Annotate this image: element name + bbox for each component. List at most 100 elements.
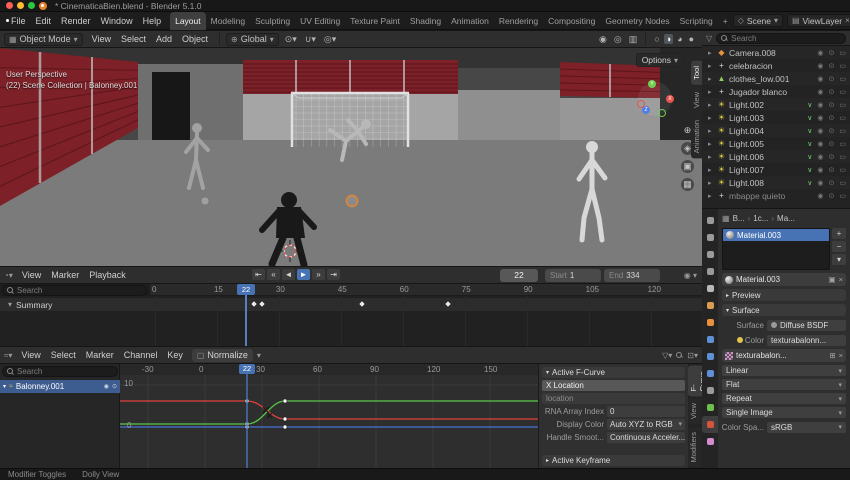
workspace-tab-scripting[interactable]: Scripting [675,12,718,30]
properties-tab-output[interactable] [702,246,718,263]
menu-render[interactable]: Render [56,16,96,26]
render-toggle-icon[interactable]: ▭ [838,153,847,161]
source-dropdown[interactable]: Single Image ▾ [722,407,846,418]
active-fcurve-panel-header[interactable]: ▾ Active F-Curve [542,367,685,378]
workspace-tab-animation[interactable]: Animation [446,12,494,30]
menu-window[interactable]: Window [96,16,138,26]
frame-end-field[interactable]: End 334 [604,269,660,282]
selectable-toggle-icon[interactable]: ⊙ [828,140,836,148]
selectable-toggle-icon[interactable]: ⊙ [828,62,836,70]
eye-toggle-icon[interactable]: ◉ [816,179,824,187]
eye-toggle-icon[interactable]: ◉ [816,153,824,161]
current-frame-field[interactable]: 22 [500,269,538,282]
eye-toggle-icon[interactable]: ◉ [816,62,824,70]
properties-tab-data[interactable] [702,399,718,416]
keyframe-points[interactable] [244,398,288,430]
fake-user-shield-icon[interactable]: ▣ [829,275,836,284]
timeline-search-input[interactable]: Search [2,285,147,296]
breadcrumb-item[interactable]: 1c... [753,214,768,223]
timeline-editor-icon[interactable]: ◔▾ [4,271,13,280]
show-gizmos-icon[interactable]: ◉ [597,34,609,45]
camera-view-icon[interactable]: ▣ [681,160,694,173]
outliner-item[interactable]: ▸ ☀ Light.006 ∨ ◉ ⊙ ▭ [702,150,850,163]
outliner-item[interactable]: ▸ + Jugador blanco ◉ ⊙ ▭ [702,85,850,98]
colorspace-dropdown[interactable]: sRGB ▾ [767,421,846,433]
graph-display-options-icon[interactable]: ⊡▾ [687,351,698,360]
properties-tab-particles[interactable] [702,348,718,365]
mode-selector[interactable]: ▦ Object Mode ▾ [4,32,83,46]
viewport-sidebar-tab-view[interactable]: View [691,86,702,113]
options-button[interactable]: Options ▾ [635,53,684,67]
properties-tab-material[interactable] [702,416,718,433]
outliner-search-input[interactable]: Search [716,32,846,44]
selectable-toggle-icon[interactable]: ⊙ [828,101,836,109]
menu-help[interactable]: Help [138,16,167,26]
filter-funnel-icon[interactable]: ▽ [706,34,712,43]
render-toggle-icon[interactable]: ▭ [838,88,847,96]
fcurve-y-location[interactable] [120,400,538,425]
image-datablock[interactable]: texturabalon... ⊞ × [722,349,846,362]
outliner-item[interactable]: ▸ ☀ Light.004 ∨ ◉ ⊙ ▭ [702,124,850,137]
jump-to-end-button[interactable]: ⇥ [327,269,340,280]
properties-tab-modifiers[interactable] [702,331,718,348]
breadcrumb-item[interactable]: Ma... [777,214,795,223]
toggle-ortho-icon[interactable]: ▦ [681,178,694,191]
properties-tab-object[interactable] [702,314,718,331]
menu-file[interactable]: File [6,16,31,26]
timeline-ruler[interactable]: 0 15 30 45 60 75 90 105 120 [150,284,702,296]
workspace-tab--[interactable]: + [718,12,733,30]
expand-caret-icon[interactable]: ▸ [708,101,714,109]
selectable-toggle-icon[interactable]: ⊙ [828,153,836,161]
timeline-menu-playback[interactable]: Playback [84,270,131,280]
render-toggle-icon[interactable]: ▭ [838,101,847,109]
selectable-toggle-icon[interactable]: ⊙ [828,114,836,122]
fcurve-plot[interactable] [120,364,538,468]
axis-x-neg-icon[interactable] [637,100,645,108]
normalize-toggle[interactable]: ▢ Normalize [191,348,253,362]
workspace-tab-shading[interactable]: Shading [405,12,446,30]
light-data-caret-icon[interactable]: ∨ [806,140,813,148]
material-slot-list[interactable]: Material.003 [722,228,830,270]
render-toggle-icon[interactable]: ▭ [838,114,847,122]
properties-tab-world[interactable] [702,297,718,314]
outliner-item[interactable]: ▸ ▲ clothes_low.001 ◉ ⊙ ▭ [702,72,850,85]
viewport-3d-area[interactable]: User Perspective (22) Scene Collection |… [0,48,702,266]
timeline-menu-marker[interactable]: Marker [46,270,84,280]
shading-solid-icon[interactable]: ◑ [663,34,674,44]
graph-tab-fcurve[interactable]: F-Curve [688,365,707,397]
light-data-caret-icon[interactable]: ∨ [806,114,813,122]
lock-icon[interactable]: ⊙ [112,383,117,390]
jump-to-start-button[interactable]: ⇤ [252,269,265,280]
expand-caret-icon[interactable]: ▸ [708,192,714,200]
workspace-tab-modeling[interactable]: Modeling [206,12,251,30]
render-toggle-icon[interactable]: ▭ [838,75,847,83]
light-data-caret-icon[interactable]: ∨ [806,179,813,187]
expand-caret-icon[interactable]: ▸ [708,153,714,161]
workspace-tab-rendering[interactable]: Rendering [494,12,543,30]
expand-caret-icon[interactable]: ▸ [708,49,714,57]
viewport-3d-scene[interactable] [0,48,702,266]
zoom-button[interactable] [28,2,35,9]
active-keyframe-panel-header[interactable]: ▸ Active Keyframe [542,455,685,466]
axis-x-icon[interactable]: X [666,95,674,103]
remove-slot-button[interactable]: − [832,241,846,252]
menu-edit[interactable]: Edit [31,16,57,26]
properties-tab-constraints[interactable] [702,382,718,399]
extension-dropdown[interactable]: Repeat ▾ [722,393,846,404]
render-toggle-icon[interactable]: ▭ [838,140,847,148]
expand-caret-icon[interactable]: ▾ [3,383,6,390]
eye-toggle-icon[interactable]: ◉ [816,127,824,135]
render-toggle-icon[interactable]: ▭ [838,62,847,70]
axis-y-neg-icon[interactable] [658,109,666,117]
render-toggle-icon[interactable]: ▭ [838,127,847,135]
expand-caret-icon[interactable]: ▸ [708,62,714,70]
outliner-item[interactable]: ▸ ☀ Light.003 ∨ ◉ ⊙ ▭ [702,111,850,124]
graph-playhead-label[interactable]: 22 [239,364,255,374]
light-data-caret-icon[interactable]: ∨ [806,101,813,109]
light-data-caret-icon[interactable]: ∨ [806,153,813,161]
next-keyframe-button[interactable]: » [312,269,325,280]
shading-wireframe-icon[interactable]: ○ [652,34,661,44]
expand-caret-icon[interactable]: ▸ [708,75,714,83]
selectable-toggle-icon[interactable]: ⊙ [828,127,836,135]
scene-selector[interactable]: ◇ Scene ▾ [732,14,783,27]
